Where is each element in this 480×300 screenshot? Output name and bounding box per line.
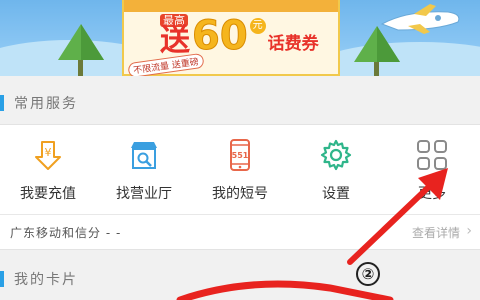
- service-more[interactable]: 更多: [384, 125, 480, 215]
- recharge-coin-icon: ¥: [35, 141, 61, 170]
- credit-score-text: 广东移动和信分 - -: [10, 226, 122, 240]
- services-grid: ¥ 我要充值 找营业厅 551 我的短号 设置 更多: [0, 124, 480, 214]
- service-settings[interactable]: 设置: [288, 125, 384, 215]
- service-label: 我的短号: [212, 186, 268, 202]
- airplane-icon: [380, 4, 460, 34]
- service-find-store[interactable]: 找营业厅: [96, 125, 192, 215]
- short-number-phone-icon: 551: [230, 139, 250, 171]
- section-title: 我的卡片: [14, 272, 78, 288]
- store-search-icon: [131, 142, 157, 169]
- service-label: 我要充值: [20, 186, 76, 202]
- service-recharge[interactable]: ¥ 我要充值: [0, 125, 96, 215]
- service-label: 设置: [322, 186, 350, 202]
- svg-text:¥: ¥: [45, 146, 52, 159]
- service-label: 找营业厅: [116, 186, 172, 202]
- promo-prefix: 送: [160, 23, 190, 58]
- section-accent-bar: [0, 95, 4, 111]
- promo-suffix: 话费券: [267, 34, 319, 54]
- chevron-right-icon: ›: [466, 223, 472, 239]
- section-title: 常用服务: [14, 96, 78, 112]
- tree-icon: [58, 24, 104, 76]
- cards-section-header: 我的卡片: [0, 256, 480, 300]
- credit-score-row[interactable]: 广东移动和信分 - - 查看详情 ›: [0, 214, 480, 250]
- services-section-header: 常用服务: [0, 80, 480, 126]
- section-accent-bar: [0, 271, 4, 287]
- gear-icon: [320, 139, 352, 171]
- promo-banner[interactable]: 最高 送 60 元 话费券 不限流量 送重磅: [0, 0, 480, 76]
- promo-headline: 送 60 元 话费券: [160, 12, 319, 59]
- service-short-number[interactable]: 551 我的短号: [192, 125, 288, 215]
- step-marker: ②: [356, 262, 380, 286]
- promo-card[interactable]: 最高 送 60 元 话费券 不限流量 送重磅: [122, 0, 340, 76]
- promo-unit: 元: [249, 18, 266, 34]
- view-details-link[interactable]: 查看详情: [412, 224, 460, 241]
- promo-amount: 60: [192, 13, 249, 59]
- short-number-badge: 551: [232, 151, 249, 160]
- more-grid-icon: [417, 140, 447, 170]
- app-screen: 最高 送 60 元 话费券 不限流量 送重磅 常用服务 ¥ 我要充值 找营业厅 …: [0, 0, 480, 300]
- promo-header-strip: [124, 0, 338, 12]
- service-label: 更多: [418, 186, 446, 202]
